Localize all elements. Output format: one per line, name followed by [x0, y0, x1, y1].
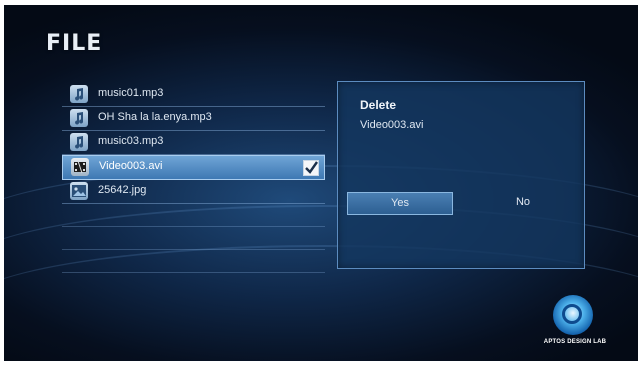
yes-button[interactable]: Yes: [347, 192, 453, 215]
checkmark-icon: [305, 161, 318, 174]
logo-ring-icon: [562, 304, 582, 324]
music-file-icon: [70, 85, 88, 103]
file-row[interactable]: music03.mp3: [62, 131, 325, 155]
dialog-filename: Video003.avi: [360, 119, 424, 131]
file-name: 25642.jpg: [98, 184, 147, 196]
file-row[interactable]: OH Sha la la.enya.mp3: [62, 107, 325, 131]
file-name: Video003.avi: [99, 160, 163, 172]
no-button[interactable]: No: [478, 192, 568, 213]
list-divider: [62, 250, 325, 273]
delete-dialog: Delete Video003.avi Yes No: [337, 81, 585, 269]
image-file-icon: [70, 182, 88, 200]
dialog-title: Delete: [360, 98, 397, 112]
page-title: FILE: [46, 31, 103, 56]
video-file-icon: [71, 158, 89, 176]
file-name: OH Sha la la.enya.mp3: [98, 111, 212, 123]
music-file-icon: [70, 109, 88, 127]
file-list: music01.mp3 OH Sha la la.enya.mp3 music0…: [62, 83, 332, 273]
file-row-selected[interactable]: Video003.avi: [62, 155, 325, 180]
music-file-icon: [70, 133, 88, 151]
list-divider: [62, 204, 325, 227]
file-row[interactable]: 25642.jpg: [62, 180, 325, 204]
brand-logo: APTOS DESIGN LAB: [527, 295, 623, 355]
media-player-screen: FILE music01.mp3 OH Sha la la.enya.mp3 m…: [4, 5, 638, 361]
brand-text: APTOS DESIGN LAB: [543, 339, 607, 345]
file-name: music01.mp3: [98, 87, 164, 99]
file-name: music03.mp3: [98, 135, 164, 147]
file-row[interactable]: music01.mp3: [62, 83, 325, 107]
checkbox-checked[interactable]: [303, 160, 319, 176]
list-divider: [62, 227, 325, 250]
